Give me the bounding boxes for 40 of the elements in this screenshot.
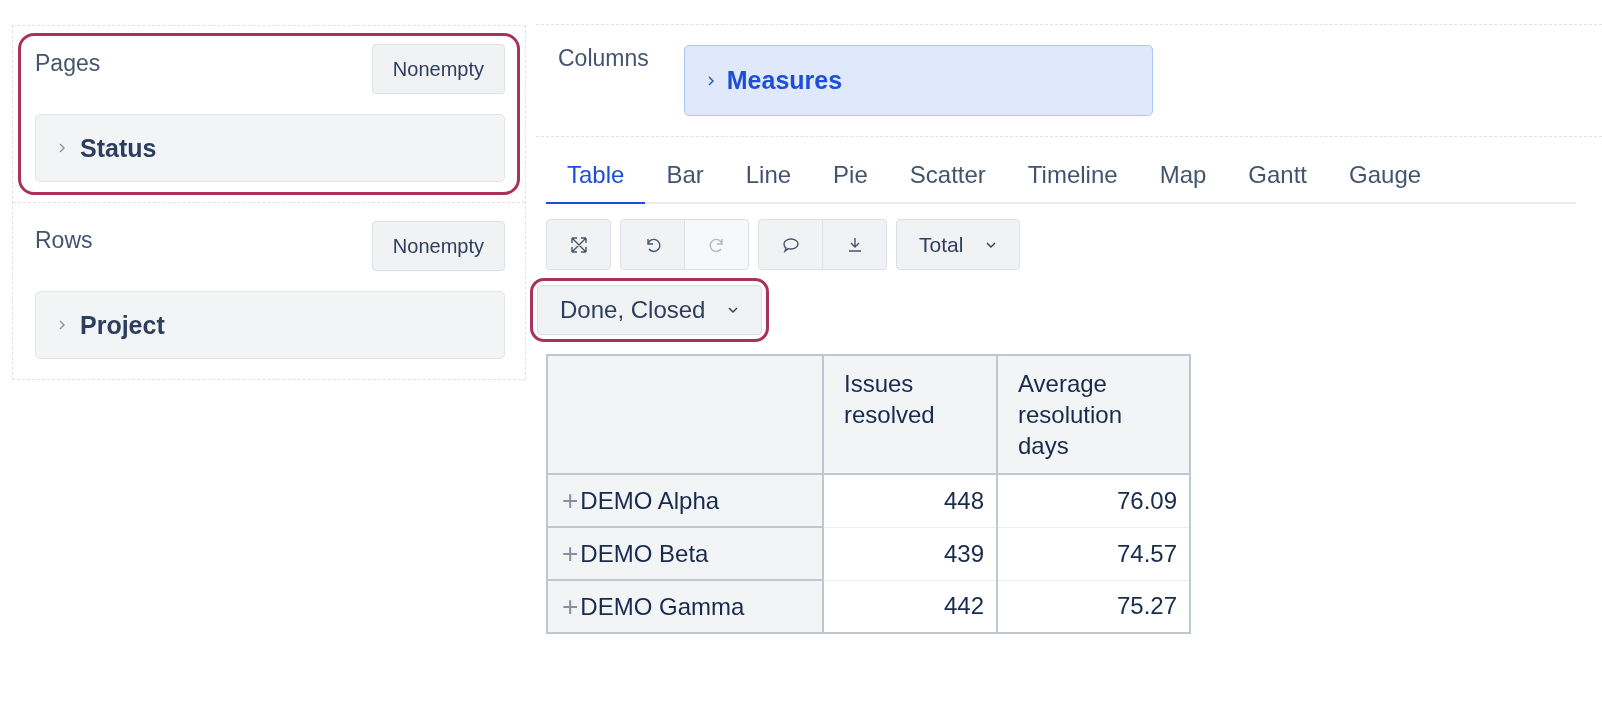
table-cell: 439 xyxy=(823,527,997,580)
total-dropdown[interactable]: Total xyxy=(896,219,1021,270)
dimension-pill[interactable]: Status xyxy=(35,114,505,182)
view-tab[interactable]: Pie xyxy=(812,153,889,204)
dimension-pill[interactable]: Project xyxy=(35,291,505,359)
section-label: Pages xyxy=(35,49,101,77)
undo-button[interactable] xyxy=(620,219,685,270)
column-header: Issues resolved xyxy=(823,355,997,474)
table-cell: 442 xyxy=(823,580,997,633)
row-header: DEMO Beta xyxy=(580,539,709,568)
chevron-down-icon xyxy=(727,306,740,314)
download-button[interactable] xyxy=(822,219,887,270)
dimension-pill[interactable]: Measures xyxy=(683,45,1153,116)
row-header: DEMO Gamma xyxy=(580,592,745,621)
table-cell: 74.57 xyxy=(997,527,1190,580)
section-label: Columns xyxy=(558,45,649,72)
comment-button[interactable] xyxy=(758,219,823,270)
column-header: Average resolution days xyxy=(997,355,1190,474)
status-filter-dropdown[interactable]: Done, Closed xyxy=(537,285,763,335)
chevron-right-icon xyxy=(58,319,66,331)
nonempty-button[interactable]: Nonempty xyxy=(371,221,505,271)
expand-arrows-icon xyxy=(568,234,589,255)
nonempty-button[interactable]: Nonempty xyxy=(371,44,505,94)
chevron-right-icon xyxy=(706,74,715,87)
table-cell: 76.09 xyxy=(997,474,1190,527)
view-tab[interactable]: Map xyxy=(1138,153,1228,204)
view-tab[interactable]: Bar xyxy=(645,153,725,204)
view-tab[interactable]: Gantt xyxy=(1227,153,1329,204)
section-label: Rows xyxy=(35,226,93,254)
view-tab[interactable]: Table xyxy=(546,153,646,204)
expand-button[interactable] xyxy=(546,219,611,270)
view-tab[interactable]: Scatter xyxy=(888,153,1007,204)
table-cell: 448 xyxy=(823,474,997,527)
chevron-right-icon xyxy=(58,142,66,154)
row-header: DEMO Alpha xyxy=(580,486,720,515)
chevron-down-icon xyxy=(985,240,998,249)
view-tab[interactable]: Line xyxy=(724,153,813,204)
view-tab[interactable]: Gauge xyxy=(1328,153,1443,204)
view-tab[interactable]: Timeline xyxy=(1006,153,1139,204)
table-cell: 75.27 xyxy=(997,580,1190,633)
